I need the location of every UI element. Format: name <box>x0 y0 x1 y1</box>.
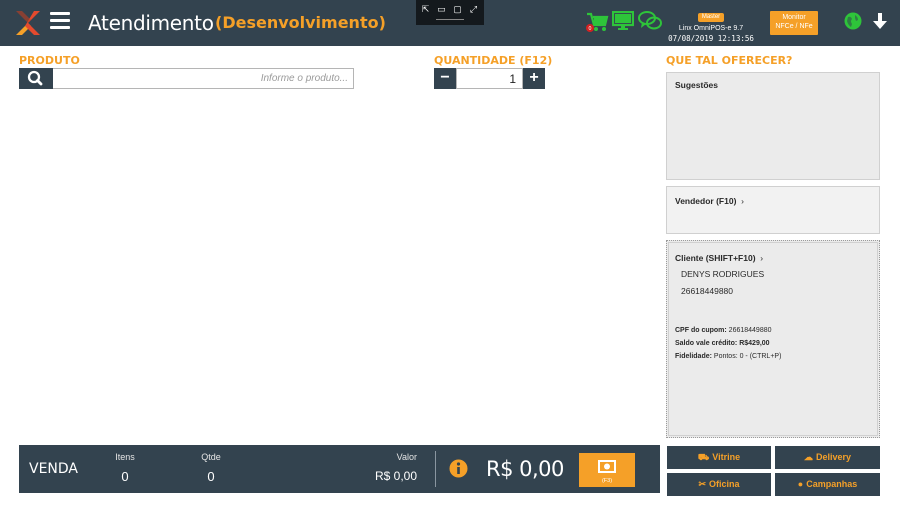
delivery-button[interactable]: ☁ Delivery <box>775 446 880 469</box>
arrow-down-icon[interactable] <box>872 12 888 30</box>
suggestions-panel: Sugestões <box>666 72 880 180</box>
version-text: Linx OmniPOS-e 9.7 <box>678 25 744 32</box>
top-bar: Atendimento (Desenvolvimento) ⇱ ▭ ▢ ⤢ 0 … <box>0 0 900 46</box>
scissors-icon: ✂ <box>698 479 707 489</box>
menu-icon[interactable] <box>50 12 70 32</box>
valor-label: Valor <box>396 452 417 462</box>
cliente-code: 26618449880 <box>681 286 734 296</box>
globe-icon[interactable] <box>844 12 862 30</box>
search-button[interactable] <box>19 68 53 89</box>
chat-icon[interactable] <box>638 10 662 32</box>
toolbox-divider <box>436 19 464 20</box>
floating-toolbox: ⇱ ▭ ▢ ⤢ <box>416 0 484 25</box>
fidelidade-value: Pontos: 0 - (CTRL+P) <box>713 353 782 360</box>
chevron-right-icon: › <box>738 196 744 206</box>
product-search-input[interactable] <box>53 68 354 89</box>
window-icon[interactable]: ▭ <box>436 4 447 14</box>
itens-value: 0 <box>121 469 129 484</box>
fidelidade-label: Fidelidade: <box>675 353 712 360</box>
quantidade-label: QUANTIDADE (F12) <box>434 54 553 67</box>
valor-column: Valor R$ 0,00 <box>355 452 417 483</box>
sale-total: R$ 0,00 <box>486 457 564 481</box>
vitrine-button[interactable]: ⛟ Vitrine <box>667 446 771 469</box>
maximize-icon[interactable]: ▢ <box>452 4 463 14</box>
itens-column: Itens 0 <box>109 452 141 484</box>
qtde-column: Qtde 0 <box>195 452 227 484</box>
circle-icon: ● <box>797 479 804 489</box>
itens-label: Itens <box>115 452 135 462</box>
chevron-right-icon: › <box>757 253 764 263</box>
quantity-decrease-button[interactable]: − <box>434 68 456 89</box>
environment-label: (Desenvolvimento) <box>215 13 386 32</box>
venda-label: VENDA <box>29 461 79 477</box>
monitor-button-line1: Monitor <box>782 14 806 21</box>
cart-icon[interactable]: 0 <box>585 11 609 33</box>
fidelidade-line: Fidelidade: Pontos: 0 - (CTRL+P) <box>675 353 781 360</box>
saldo-label: Saldo vale crédito: <box>675 340 738 347</box>
saldo-line: Saldo vale crédito: R$429,00 <box>675 340 770 347</box>
oficina-button[interactable]: ✂ Oficina <box>667 473 771 496</box>
datetime: 07/08/2019 12:13:56 <box>668 34 754 43</box>
vendedor-label: Vendedor (F10) <box>675 196 737 206</box>
cpf-value: 26618449880 <box>728 327 772 334</box>
search-icon <box>27 70 43 86</box>
oficina-label: Oficina <box>709 479 740 489</box>
svg-text:0: 0 <box>588 26 591 32</box>
produto-label: PRODUTO <box>19 54 80 67</box>
quantity-field[interactable] <box>456 68 523 89</box>
saldo-value: R$429,00 <box>739 340 770 347</box>
truck-icon: ⛟ <box>697 452 710 462</box>
sale-summary-bar: VENDA Itens 0 Qtde 0 Valor R$ 0,00 R$ 0,… <box>19 445 660 493</box>
vendedor-title: Vendedor (F10) › <box>675 196 744 206</box>
monitor-button-line2: NFCe / NFe <box>775 23 813 30</box>
linx-logo <box>16 11 40 35</box>
info-icon[interactable] <box>449 459 468 478</box>
payment-shortcut: (F3) <box>601 478 613 484</box>
cpf-label: CPF do cupom: <box>675 327 727 334</box>
payment-button[interactable]: (F3) <box>579 453 635 487</box>
cliente-title: Cliente (SHIFT+F10) › <box>675 253 763 263</box>
vitrine-label: Vitrine <box>712 452 741 462</box>
quantity-increase-button[interactable]: + <box>523 68 545 89</box>
campanhas-label: Campanhas <box>806 479 858 489</box>
summary-divider <box>435 451 436 487</box>
cpf-line: CPF do cupom: 26618449880 <box>675 327 772 334</box>
monitor-icon[interactable] <box>612 11 634 31</box>
resize-icon[interactable]: ⤢ <box>468 4 479 14</box>
cliente-name: DENYS RODRIGUES <box>681 269 765 279</box>
suggestions-title: Sugestões <box>675 80 718 90</box>
delivery-label: Delivery <box>815 452 852 462</box>
cliente-panel[interactable]: Cliente (SHIFT+F10) › DENYS RODRIGUES 26… <box>666 240 880 438</box>
cliente-label: Cliente (SHIFT+F10) <box>675 253 756 263</box>
exit-icon[interactable]: ⇱ <box>420 4 431 14</box>
sidebar-title: QUE TAL OFERECER? <box>666 54 793 67</box>
master-badge: Master <box>697 13 725 22</box>
vendedor-panel[interactable]: Vendedor (F10) › <box>666 186 880 234</box>
campanhas-button[interactable]: ● Campanhas <box>775 473 880 496</box>
valor-value: R$ 0,00 <box>374 469 417 483</box>
cloud-upload-icon: ☁ <box>803 452 813 462</box>
monitor-nfce-button[interactable]: Monitor NFCe / NFe <box>770 11 818 35</box>
qtde-value: 0 <box>207 469 215 484</box>
qtde-label: Qtde <box>201 452 221 462</box>
version-info: Master Linx OmniPOS-e 9.7 07/08/2019 12:… <box>664 5 758 43</box>
page-title: Atendimento <box>88 11 214 35</box>
